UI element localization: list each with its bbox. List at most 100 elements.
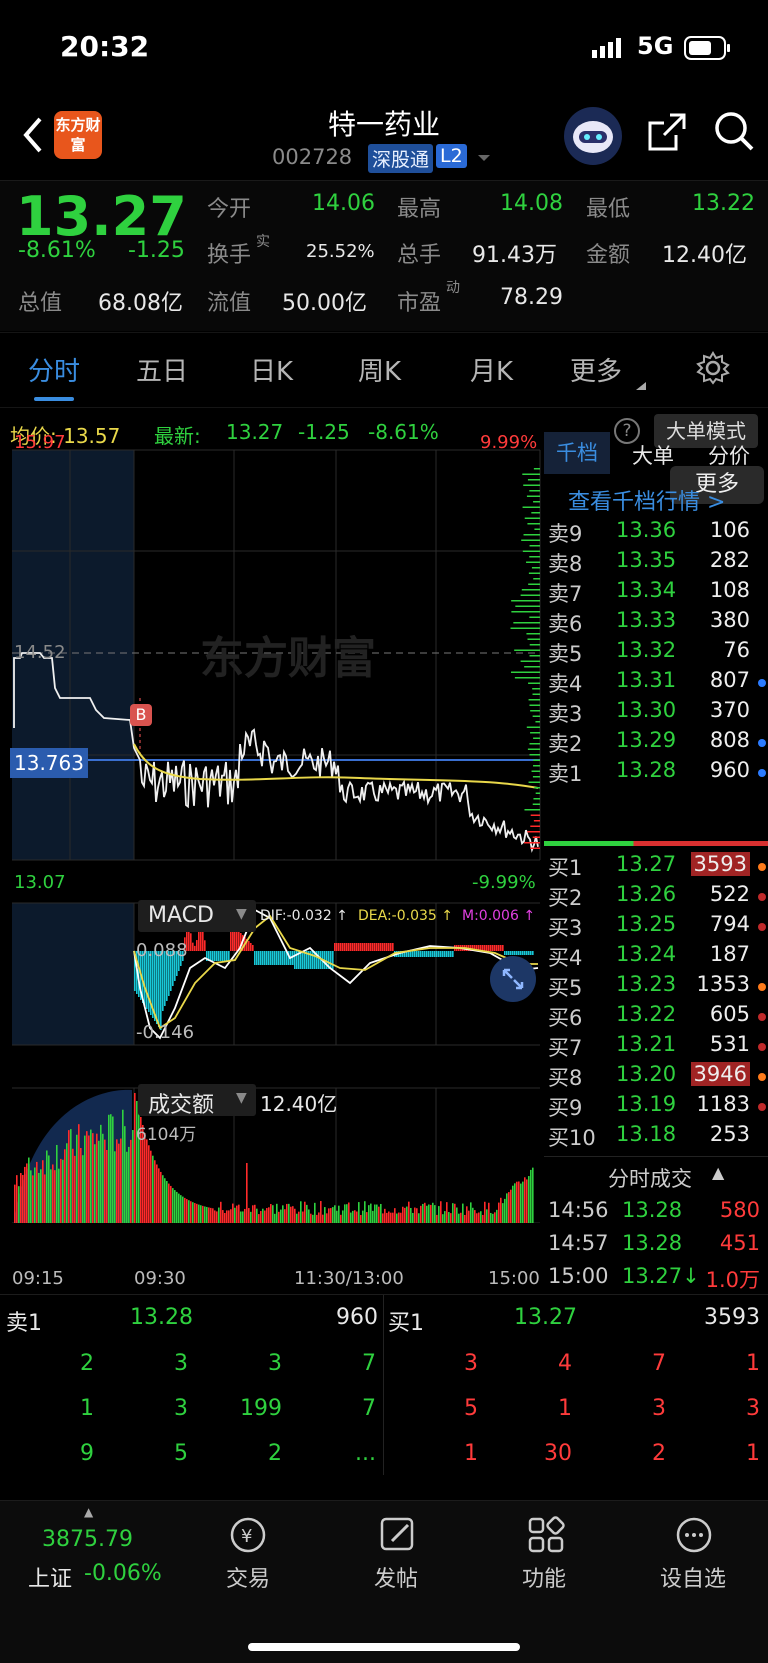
- buy-order-row[interactable]: 买2 13.26 522: [544, 882, 768, 913]
- buy-marker[interactable]: B: [130, 704, 152, 726]
- buy-order-row[interactable]: 买1 13.27 3593: [544, 852, 768, 883]
- depth-bar: [532, 836, 540, 838]
- volume-bar: [340, 1214, 342, 1223]
- sell-order-row[interactable]: 卖7 13.34 108: [544, 578, 768, 609]
- macd-dropdown-icon: ▼: [236, 906, 247, 922]
- tab-five-day[interactable]: 五日: [136, 351, 188, 388]
- time-label-noon: 11:30/13:00: [294, 1268, 404, 1289]
- volume-bar: [196, 1203, 198, 1223]
- search-icon[interactable]: [712, 109, 756, 153]
- trades-header[interactable]: 分时成交 ▲: [544, 1156, 768, 1192]
- settings-icon[interactable]: [696, 351, 730, 385]
- volume-bar: [310, 1213, 312, 1223]
- chevron-down-icon[interactable]: [476, 149, 492, 161]
- sell-order-row[interactable]: 卖8 13.35 282: [544, 548, 768, 579]
- volume-bar: [126, 1151, 128, 1223]
- expand-icon[interactable]: [490, 956, 536, 1002]
- depth-bar: [526, 633, 540, 635]
- view-depth-link[interactable]: 查看千档行情 >: [568, 484, 725, 516]
- volume-bar: [354, 1210, 356, 1223]
- buy-order-row[interactable]: 买5 13.23 1353: [544, 972, 768, 1003]
- volume-bar: [294, 1208, 296, 1223]
- volume-bar: [430, 1204, 432, 1223]
- macd-selector[interactable]: MACD ▼: [138, 900, 256, 932]
- volume-selector[interactable]: 成交额 ▼: [138, 1084, 256, 1118]
- depth-bar: [533, 820, 540, 822]
- buy-order-row[interactable]: 买10 13.18 253: [544, 1122, 768, 1153]
- tab-depth[interactable]: 千档: [544, 432, 610, 474]
- sell-order-row[interactable]: 卖2 13.29 808: [544, 728, 768, 759]
- sell-level-volume: 380: [709, 608, 750, 632]
- buy-order-row[interactable]: 买9 13.19 1183: [544, 1092, 768, 1123]
- macd-bar: [198, 930, 200, 951]
- prev-close-label: 14.52: [14, 642, 66, 663]
- volume-bar: [324, 1207, 326, 1223]
- post-icon[interactable]: [378, 1515, 418, 1555]
- tab-price-dist[interactable]: 分价: [708, 440, 750, 470]
- open-label: 今开: [207, 197, 252, 222]
- volume-bar: [376, 1204, 378, 1223]
- share-icon[interactable]: [646, 111, 688, 153]
- index-value[interactable]: 3875.79: [42, 1527, 133, 1552]
- volume-bar: [50, 1169, 52, 1223]
- volume-bar: [148, 1145, 150, 1223]
- dea-value: DEA:-0.035 ↑: [358, 908, 453, 924]
- buy-sell-ratio-bar: [544, 841, 768, 846]
- macd-bar: [350, 943, 352, 951]
- volume-bar: [86, 1131, 88, 1223]
- nav-watchlist[interactable]: 设自选: [660, 1561, 726, 1593]
- macd-bar: [156, 951, 158, 1024]
- nav-trade[interactable]: 交易: [226, 1561, 270, 1593]
- amount-value: 12.40亿: [662, 243, 747, 268]
- index-expand-icon[interactable]: ▲: [84, 1505, 93, 1519]
- macd-bar: [434, 951, 436, 957]
- volume-bar: [498, 1202, 500, 1223]
- robot-avatar-icon[interactable]: [564, 107, 622, 165]
- buy-level-volume: 531: [709, 1032, 750, 1056]
- buy-order-row[interactable]: 买3 13.25 794: [544, 912, 768, 943]
- macd-bar: [196, 940, 198, 951]
- buy-order-row[interactable]: 买8 13.20 3946: [544, 1062, 768, 1093]
- depth-bar: [533, 578, 540, 580]
- watchlist-icon[interactable]: [674, 1515, 714, 1555]
- trade-volume: 451: [719, 1231, 760, 1255]
- depth-bar: [522, 550, 540, 552]
- signal-icon: [592, 36, 628, 58]
- tab-more[interactable]: 更多: [570, 351, 622, 388]
- functions-icon[interactable]: [526, 1515, 566, 1555]
- volume-bar: [160, 1171, 162, 1223]
- sell-order-row[interactable]: 卖4 13.31 807: [544, 668, 768, 699]
- tab-large-orders[interactable]: 大单: [632, 440, 674, 470]
- volume-bar: [450, 1213, 452, 1223]
- volume-bar: [428, 1204, 430, 1223]
- volume-bar: [68, 1130, 70, 1223]
- buy-order-row[interactable]: 买7 13.21 531: [544, 1032, 768, 1063]
- sell-order-row[interactable]: 卖9 13.36 106: [544, 518, 768, 549]
- nav-post[interactable]: 发帖: [374, 1561, 418, 1593]
- trade-icon[interactable]: ¥: [228, 1515, 268, 1555]
- sell-queue-cell: 9: [80, 1441, 94, 1466]
- volume-bar: [408, 1201, 410, 1223]
- order-flag-dot: [758, 983, 766, 991]
- volume-label: 成交额: [148, 1093, 215, 1118]
- volume-bar: [424, 1202, 426, 1223]
- nav-functions[interactable]: 功能: [522, 1561, 566, 1593]
- sell-order-row[interactable]: 卖5 13.32 76: [544, 638, 768, 669]
- tab-daily-k[interactable]: 日K: [250, 351, 293, 388]
- sell-queue-cell: 3: [174, 1351, 188, 1376]
- tab-weekly-k[interactable]: 周K: [358, 351, 401, 388]
- tab-monthly-k[interactable]: 月K: [470, 351, 513, 388]
- sell-level-label: 卖9: [548, 522, 583, 546]
- sell-order-row[interactable]: 卖6 13.33 380: [544, 608, 768, 639]
- macd-bar: [358, 943, 360, 951]
- volume-bar: [400, 1212, 402, 1223]
- sell-order-row[interactable]: 卖3 13.30 370: [544, 698, 768, 729]
- tab-intraday[interactable]: 分时: [28, 351, 80, 388]
- volume-bar: [370, 1203, 372, 1223]
- sell-level-label: 卖4: [548, 672, 583, 696]
- volume-bar: [252, 1205, 254, 1223]
- buy-order-row[interactable]: 买4 13.24 187: [544, 942, 768, 973]
- sell-order-row[interactable]: 卖1 13.28 960: [544, 758, 768, 789]
- buy-order-row[interactable]: 买6 13.22 605: [544, 1002, 768, 1033]
- volume-bar: [288, 1203, 290, 1223]
